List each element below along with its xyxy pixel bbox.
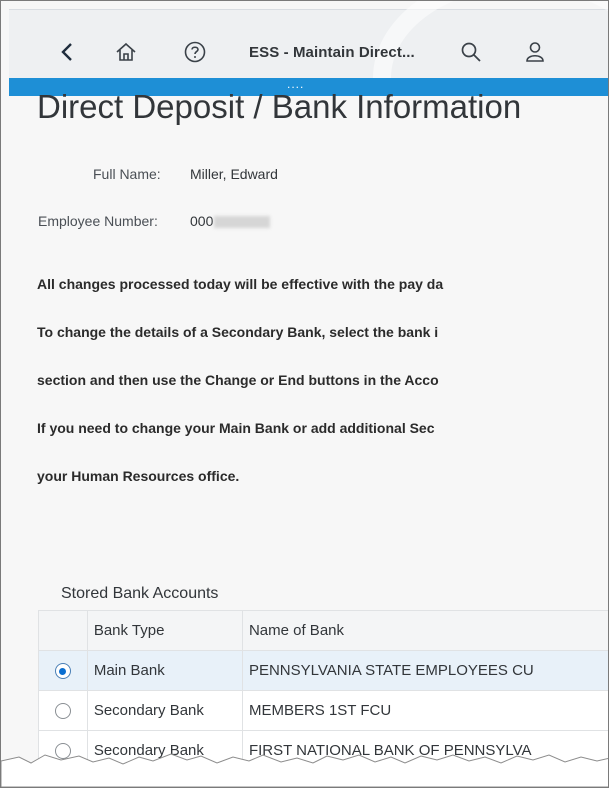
bank-name-cell: MEMBERS 1ST FCU [241, 690, 608, 731]
bank-name-cell: PENNSYLVANIA STATE EMPLOYEES CU [241, 650, 608, 691]
full-name-label: Full Name: [93, 166, 161, 182]
stored-accounts-title: Stored Bank Accounts [61, 585, 219, 602]
table-row[interactable]: Main Bank PENNSYLVANIA STATE EMPLOYEES C… [38, 650, 608, 691]
info-line-4: If you need to change your Main Bank or … [37, 420, 435, 436]
info-line-5: your Human Resources office. [37, 468, 240, 484]
home-button[interactable] [112, 38, 140, 66]
torn-edge [1, 753, 608, 787]
select-column-header [38, 610, 88, 651]
row-radio-selected[interactable] [54, 663, 71, 680]
employee-number-label: Employee Number: [38, 213, 158, 229]
row-select-cell[interactable] [38, 690, 88, 731]
info-line-3: section and then use the Change or End b… [37, 372, 439, 388]
user-icon [526, 42, 544, 62]
info-line-2: To change the details of a Secondary Ban… [37, 324, 439, 340]
main-content: Direct Deposit / Bank Information Full N… [9, 88, 608, 787]
bank-type-column-header[interactable]: Bank Type [86, 610, 243, 651]
row-select-cell[interactable] [38, 650, 88, 691]
back-button[interactable] [53, 38, 81, 66]
search-button[interactable] [457, 38, 485, 66]
employee-number-text: 000 [190, 213, 214, 229]
user-button[interactable] [521, 38, 549, 66]
search-icon [461, 42, 481, 62]
redacted-digits [214, 216, 271, 229]
home-icon [116, 42, 136, 61]
bank-type-cell: Main Bank [86, 650, 243, 691]
help-icon [184, 41, 206, 63]
collapse-handle-bar[interactable] [9, 78, 608, 86]
page-title: Direct Deposit / Bank Information [37, 88, 522, 125]
collapse-handle[interactable]: .... [287, 78, 304, 90]
full-name-value: Miller, Edward [190, 166, 278, 182]
row-radio[interactable] [54, 703, 71, 720]
table-header-row: Bank Type Name of Bank [38, 610, 608, 651]
app-title[interactable]: ESS - Maintain Direct... [249, 44, 415, 61]
employee-number-value: 000 [190, 213, 271, 229]
shell-header: ESS - Maintain Direct... [9, 1, 608, 186]
bank-name-column-header[interactable]: Name of Bank [241, 610, 608, 651]
help-button[interactable] [181, 38, 209, 66]
info-line-1: All changes processed today will be effe… [37, 276, 444, 292]
screenshot-frame: ESS - Maintain Direct... .... Direct Dep… [0, 0, 609, 788]
back-icon [61, 43, 72, 61]
table-row[interactable]: Secondary Bank MEMBERS 1ST FCU [38, 690, 608, 731]
bank-type-cell: Secondary Bank [86, 690, 243, 731]
